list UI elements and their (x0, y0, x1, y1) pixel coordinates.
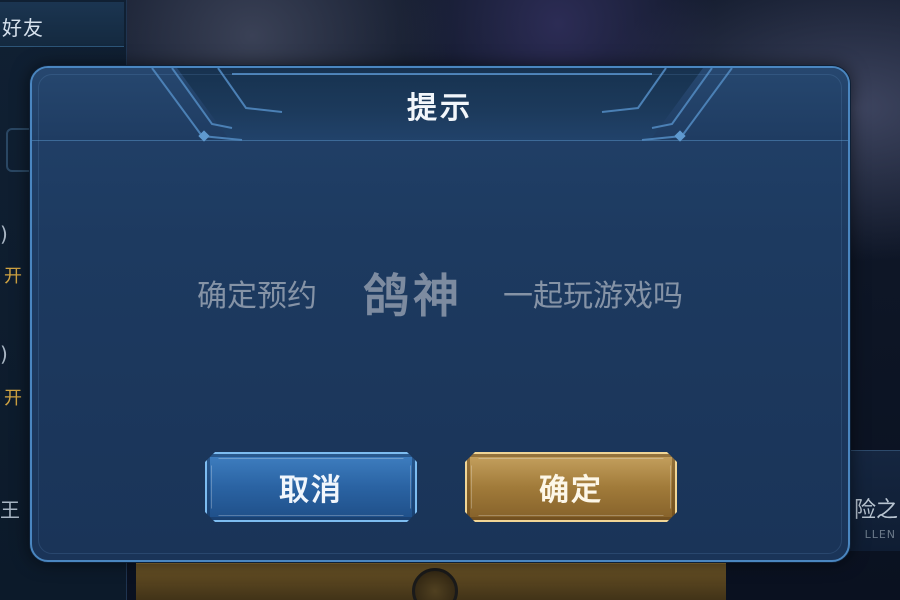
mode-card-title: 险之 (853, 498, 898, 523)
friend-entry-status: 开 (4, 388, 22, 409)
reservation-confirm-dialog: 提示 确定预约 鸽神 一起玩游戏吗 取消 确定 (30, 66, 850, 562)
player-name: 鸽神 (363, 269, 463, 323)
cancel-button[interactable]: 取消 (205, 452, 417, 522)
dialog-title: 提示 (407, 91, 473, 126)
cancel-button-label: 取消 (279, 473, 343, 508)
friend-entry-status: 开 (4, 266, 22, 287)
friend-entry-text: ) (0, 222, 8, 246)
friends-panel-title: 好友 (2, 16, 44, 40)
message-prefix: 确定预约 (197, 279, 317, 314)
friend-entry-text: 王 (0, 498, 20, 522)
message-suffix: 一起玩游戏吗 (503, 279, 683, 314)
confirm-button[interactable]: 确定 (465, 452, 677, 522)
mode-card-subtitle: LLEN (864, 528, 896, 541)
friend-entry-text: ) (0, 342, 8, 366)
confirm-button-label: 确定 (539, 473, 603, 508)
dialog-message: 确定预约 鸽神 一起玩游戏吗 (32, 260, 848, 326)
